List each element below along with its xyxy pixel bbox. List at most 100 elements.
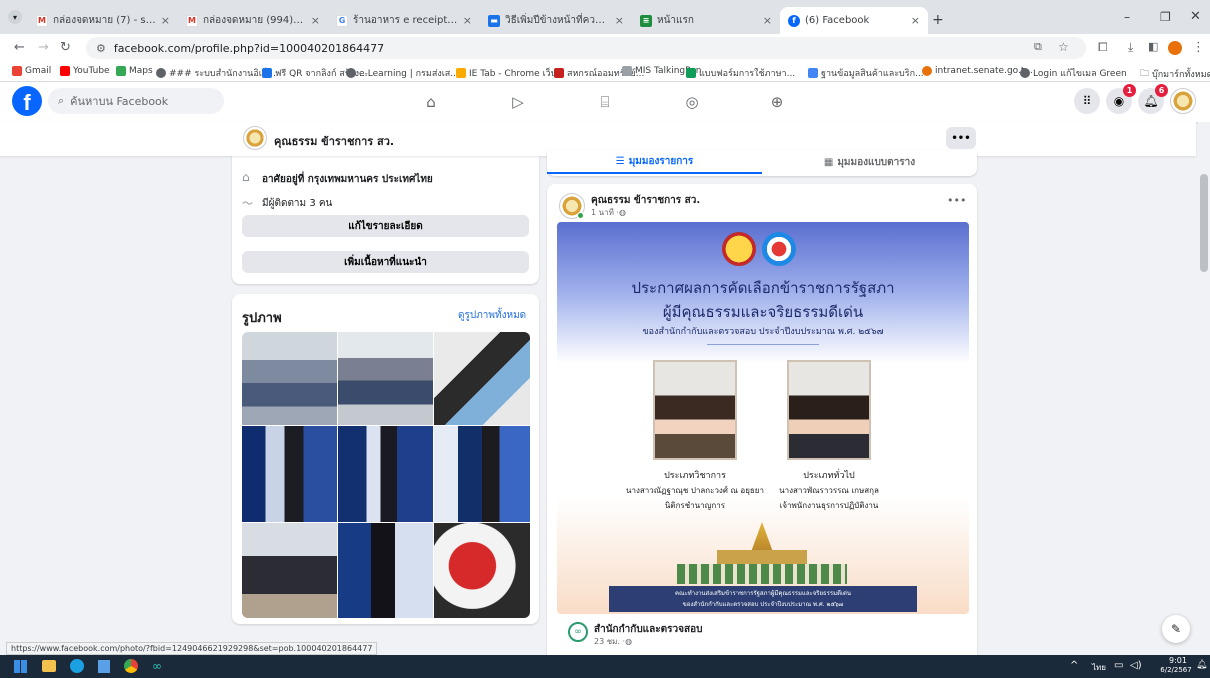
globe-icon	[346, 68, 356, 78]
reload-icon[interactable]: ↻	[60, 40, 71, 55]
minimize-icon[interactable]: –	[1124, 10, 1130, 24]
forward-arrow-icon[interactable]: →	[38, 40, 49, 55]
scrollbar-thumb[interactable]	[1200, 174, 1208, 272]
photo-digital-booth[interactable]	[242, 426, 337, 522]
notification-center-icon[interactable]: 🔔︎	[1196, 660, 1207, 670]
browser-tab-active[interactable]: f (6) Facebook ×	[780, 7, 928, 34]
display-icon[interactable]: ▭	[1114, 660, 1123, 671]
browser-tab[interactable]: M กล่องจดหมาย (7) - senate9329© ×	[28, 7, 178, 34]
browser-tab[interactable]: ▬ วิธีเพิ่มปีข้างหน้าที่ความสวยงาม Eas… …	[480, 7, 632, 34]
windows-start-icon[interactable]	[14, 660, 27, 673]
bookmark-youtube[interactable]: YouTube	[60, 66, 110, 76]
menu-grid-icon[interactable]: ⠿	[1074, 88, 1100, 114]
chrome-menu-icon[interactable]: ⋮	[1192, 40, 1205, 55]
browser-tab[interactable]: M กล่องจดหมาย (994) - mew.tim.t… ×	[178, 7, 328, 34]
close-window-icon[interactable]: ✕	[1190, 9, 1201, 24]
bookmark-item[interactable]: e-Learning | กรมส่งเส...	[346, 66, 459, 80]
chrome-taskbar-icon[interactable]	[124, 659, 138, 673]
add-featured-button[interactable]: เพิ่มเนื้อหาที่แนะนำ	[242, 251, 529, 273]
photo-mascot[interactable]	[434, 332, 530, 425]
watch-video-icon[interactable]: ▷	[507, 91, 529, 113]
bookmark-maps[interactable]: Maps	[116, 66, 153, 76]
photo-group-event[interactable]	[338, 332, 433, 425]
messenger-icon[interactable]: ◉ 1	[1106, 84, 1136, 114]
photo-portrait[interactable]	[242, 523, 337, 618]
close-tab-icon[interactable]: ×	[463, 14, 472, 27]
profile-avatar[interactable]	[243, 126, 267, 150]
bookmark-item[interactable]: ฐานข้อมูลสินค้าและบริก...	[808, 66, 924, 80]
extensions-icon[interactable]: ⧠	[1098, 40, 1108, 55]
restore-icon[interactable]: ❐	[1160, 10, 1171, 24]
bookmark-item[interactable]: intranet.senate.go.t...	[922, 66, 1033, 76]
close-tab-icon[interactable]: ×	[311, 14, 320, 27]
sidepanel-icon[interactable]: ◧	[1148, 40, 1158, 53]
clock-date[interactable]: 6/2/2567	[1154, 666, 1198, 674]
browser-tab[interactable]: ≡ หน้าแรก ×	[632, 7, 780, 34]
close-tab-icon[interactable]: ×	[763, 14, 772, 27]
profile-more-button[interactable]: •••	[946, 127, 976, 149]
edit-details-button[interactable]: แก้ไขรายละเอียด	[242, 215, 529, 237]
volume-icon[interactable]: ◁)	[1130, 660, 1142, 671]
bookmark-item[interactable]: Login แก้ไขเมล Green	[1020, 66, 1127, 80]
photo-heart-display[interactable]	[434, 523, 530, 618]
back-arrow-icon[interactable]: ←	[14, 40, 25, 55]
facebook-search-input[interactable]: ⌕ ค้นหาบน Facebook	[48, 88, 224, 114]
chrome-profile-avatar[interactable]	[1168, 41, 1182, 55]
profile-name[interactable]: คุณธรรม ข้าราชการ สว.	[274, 132, 394, 150]
close-tab-icon[interactable]: ×	[615, 14, 624, 27]
tab-title: ร้านอาหาร e receipt - ค้นหาด้วย…	[353, 15, 458, 26]
bookmark-star-icon[interactable]: ☆	[1058, 40, 1069, 54]
facebook-icon: f	[788, 14, 800, 27]
gaming-icon[interactable]: ⊕	[766, 91, 788, 113]
marketplace-icon[interactable]: ⌸	[594, 91, 616, 113]
groups-icon[interactable]: ◎	[681, 91, 703, 113]
site-settings-icon[interactable]: ⚙	[96, 42, 106, 55]
post-image[interactable]: ประกาศผลการคัดเลือกข้าราชการรัฐสภา ผู้มี…	[557, 222, 969, 614]
home-icon[interactable]: ⌂	[420, 91, 442, 113]
shared-time[interactable]: 23 ชม. ·	[594, 635, 625, 648]
facebook-logo-icon[interactable]: f	[12, 86, 42, 116]
url-input[interactable]: ⚙ facebook.com/profile.php?id=1000402018…	[86, 37, 1086, 59]
clock-time[interactable]: 9:01	[1158, 656, 1198, 665]
bookmark-gmail[interactable]: Gmail	[12, 66, 51, 76]
page-scrollbar[interactable]	[1198, 122, 1210, 655]
bookmark-item[interactable]: ### ระบบสำนักงานอิเล็...	[156, 66, 276, 80]
database-icon	[808, 68, 818, 78]
notes-app-icon[interactable]	[98, 660, 110, 673]
file-explorer-icon[interactable]	[42, 660, 56, 672]
photo-digital-booth[interactable]	[338, 426, 433, 522]
photo-digital-booth[interactable]	[434, 426, 530, 522]
download-icon[interactable]: ⤓	[1128, 40, 1133, 55]
see-all-photos-link[interactable]: ดูรูปภาพทั้งหมด	[458, 308, 526, 323]
grid-view-tab[interactable]: ▦ มุมมองแบบตาราง	[762, 150, 977, 174]
facebook-top-nav: f ⌕ ค้นหาบน Facebook ⌂ ▷ ⌸ ◎ ⊕ ⠿ ◉ 1 🔔︎ 6	[0, 82, 1210, 122]
right-category: ประเภททั่วไป	[803, 471, 855, 481]
tab-search-chevron-icon[interactable]: ▾	[8, 10, 22, 24]
photos-card: รูปภาพ ดูรูปภาพทั้งหมด	[232, 294, 539, 624]
tray-chevron-icon[interactable]: ^	[1070, 660, 1078, 671]
list-view-tab[interactable]: ☰ มุมมองรายการ	[547, 150, 762, 174]
notifications-badge: 6	[1155, 84, 1168, 97]
browser-tab[interactable]: G ร้านอาหาร e receipt - ค้นหาด้วย… ×	[328, 7, 480, 34]
cast-icon[interactable]: ⧉	[1034, 40, 1042, 54]
notifications-bell-icon[interactable]: 🔔︎ 6	[1138, 84, 1168, 114]
new-tab-button[interactable]: +	[932, 12, 944, 28]
input-language[interactable]: ไทย	[1092, 661, 1106, 674]
app-taskbar-icon[interactable]: ∞	[152, 660, 166, 672]
ornament-divider	[707, 344, 819, 345]
close-tab-icon[interactable]: ×	[161, 14, 170, 27]
post-time[interactable]: 1 นาที ·	[591, 206, 619, 219]
post-options-icon[interactable]: •••	[947, 194, 966, 207]
tab-title: กล่องจดหมาย (7) - senate9329©	[53, 15, 156, 26]
close-tab-icon[interactable]: ×	[911, 14, 920, 27]
new-message-button[interactable]: ✎	[1162, 615, 1190, 643]
photo-group-event[interactable]	[242, 332, 337, 425]
bookmark-item[interactable]: แบบฟอร์มการใช้ภาษา...	[686, 66, 795, 80]
shared-source-avatar[interactable]: ∞	[568, 622, 588, 642]
edge-icon[interactable]	[70, 659, 84, 673]
bookmark-item[interactable]: IE Tab - Chrome เว็บ...	[456, 66, 565, 80]
photo-digital-booth[interactable]	[338, 523, 433, 618]
account-avatar[interactable]	[1170, 88, 1196, 114]
all-bookmarks-folder[interactable]: 🗀 บุ๊กมาร์กทั้งหมด	[1140, 66, 1210, 82]
gmail-icon	[12, 66, 22, 76]
